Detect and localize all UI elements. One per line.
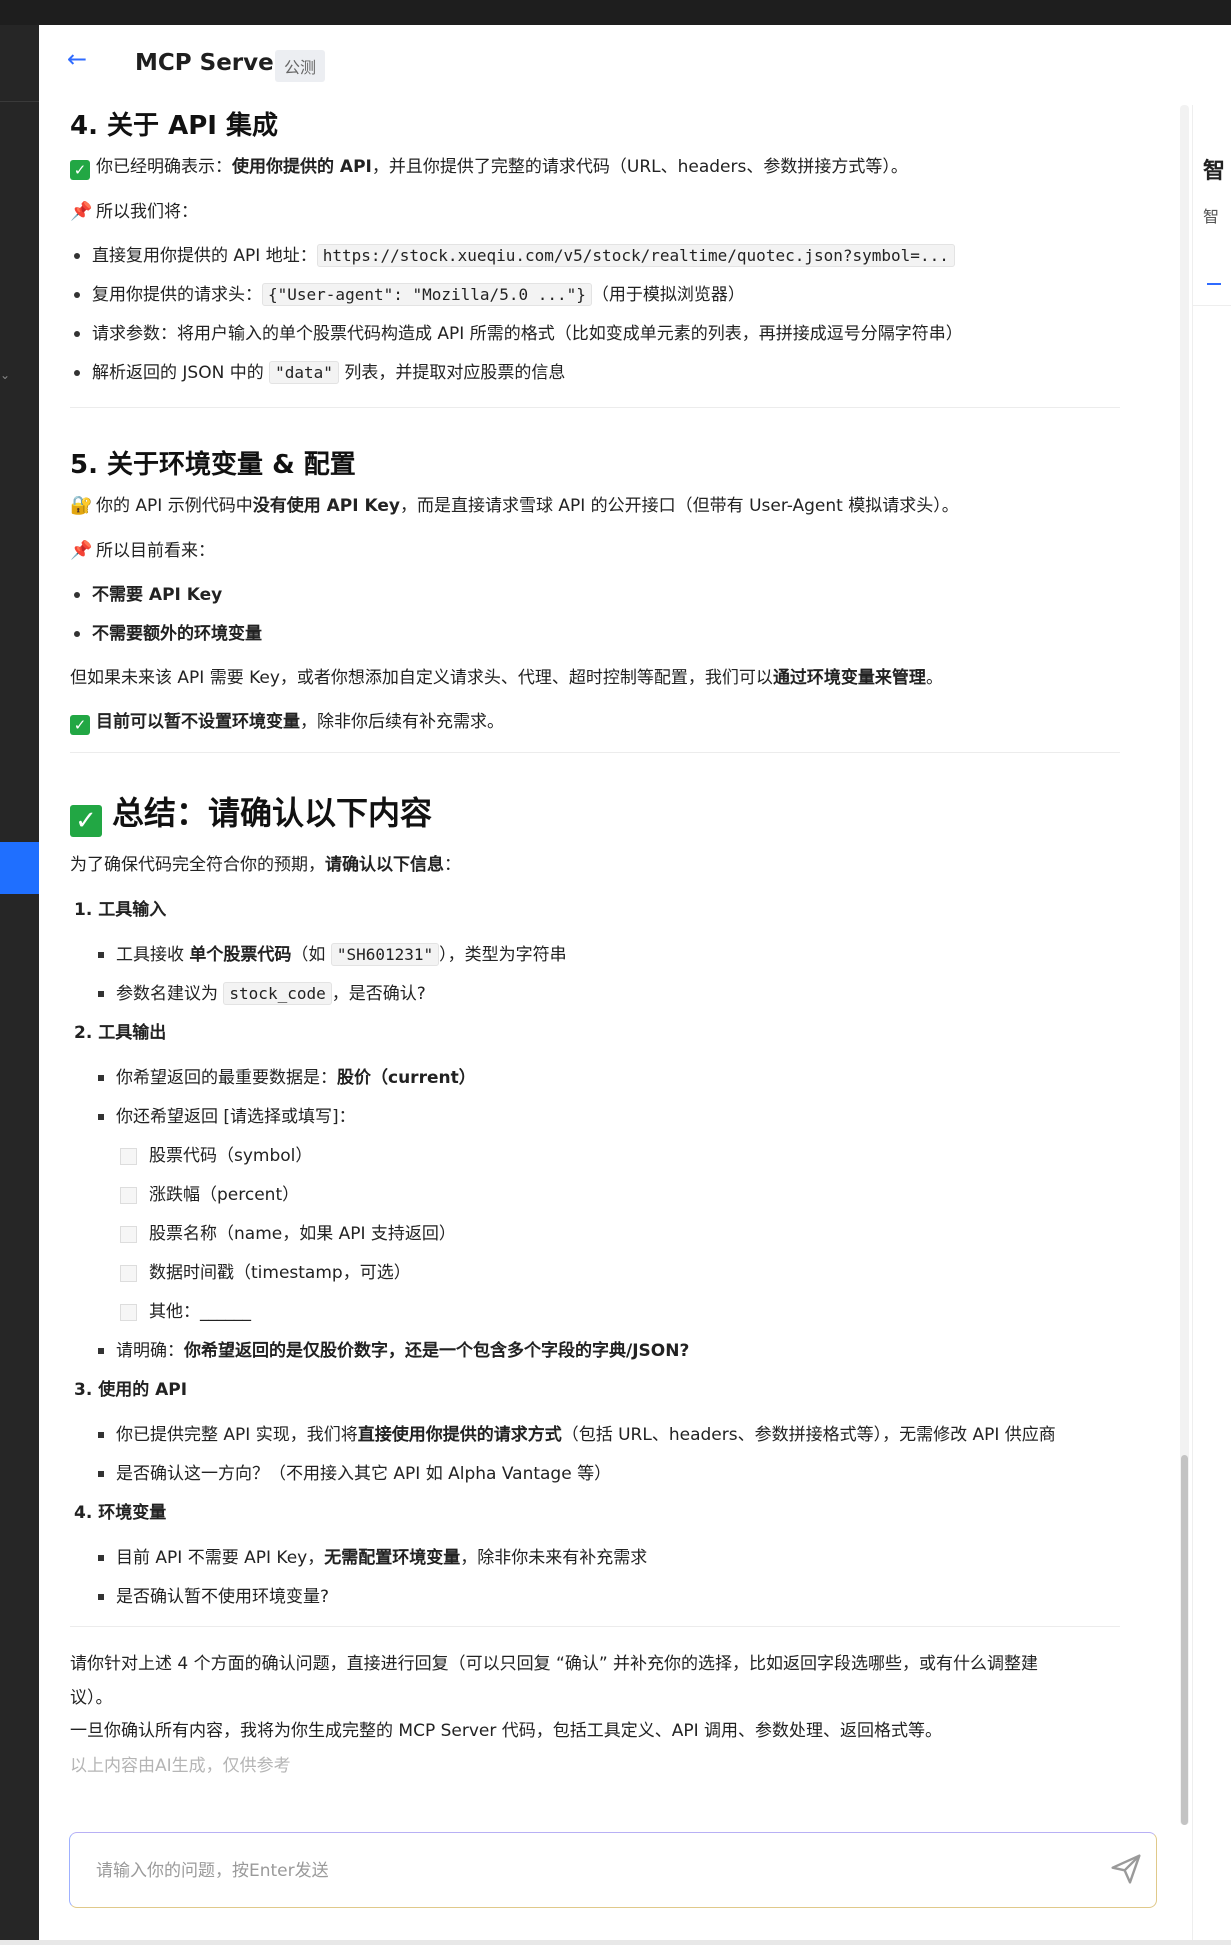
sidebar-divider <box>0 101 39 102</box>
checkbox[interactable] <box>120 1225 137 1243</box>
pushpin-icon: 📌 <box>70 540 93 561</box>
right-panel: 智 智 <box>1192 105 1231 1940</box>
chevron-down-icon[interactable]: ⌄ <box>0 368 10 382</box>
check-mark-icon: ✓ <box>70 160 90 180</box>
option-checkbox[interactable]: 数据时间戳（timestamp，可选） <box>120 1258 411 1283</box>
paragraph: ✓ 目前可以暂不设置环境变量，除非你后续有补充需求。 <box>70 707 504 735</box>
paragraph: 📌 所以我们将： <box>70 201 198 222</box>
numbered-item: 2. 工具输出 <box>74 1023 167 1043</box>
list-item: 直接复用你提供的 API 地址： https://stock.xueqiu.com… <box>74 241 955 267</box>
list-item: 是否确认这一方向？（不用接入其它 API 如 Alpha Vantage 等） <box>98 1459 611 1484</box>
right-panel-text: 智 <box>1203 207 1220 226</box>
option-checkbox[interactable]: 其他：______ <box>120 1297 251 1322</box>
numbered-item: 1. 工具输入 <box>74 900 167 920</box>
paragraph: 🔐 你的 API 示例代码中没有使用 API Key，而是直接请求雪球 API 的… <box>70 495 959 516</box>
paragraph: 为了确保代码完全符合你的预期，请确认以下信息： <box>70 855 461 875</box>
pushpin-icon: 📌 <box>70 201 93 222</box>
checkbox[interactable] <box>120 1264 137 1282</box>
summary-heading: ✓ 总结：请确认以下内容 <box>70 788 432 837</box>
check-mark-icon: ✓ <box>70 715 90 735</box>
option-checkbox[interactable]: 股票代码（symbol） <box>120 1141 312 1166</box>
sidebar-active-item[interactable] <box>0 842 39 894</box>
divider <box>70 752 1120 753</box>
closing-text: 议）。 <box>70 1688 113 1708</box>
list-item: 请明确：你希望返回的是仅股价数字，还是一个包含多个字段的字典/JSON? <box>98 1336 689 1361</box>
numbered-item: 3. 使用的 API <box>74 1380 188 1400</box>
chat-input[interactable] <box>94 1853 1078 1889</box>
beta-badge: 公测 <box>275 50 326 82</box>
section-heading: 4. 关于 API 集成 <box>70 111 278 141</box>
checkbox[interactable] <box>120 1303 137 1321</box>
right-panel-link[interactable] <box>1207 283 1221 285</box>
checkbox[interactable] <box>120 1147 137 1165</box>
closing-text: 一旦你确认所有内容，我将为你生成完整的 MCP Server 代码，包括工具定义… <box>70 1721 943 1741</box>
list-item: 是否确认暂不使用环境变量? <box>98 1582 329 1607</box>
chat-window: ← MCP Server 公测 4. 关于 API 集成 ✓ 你已经明确表示：使用… <box>39 25 1231 1940</box>
paragraph: ✓ 你已经明确表示：使用你提供的 API，并且你提供了完整的请求代码（URL、he… <box>70 152 908 180</box>
list-item: 请求参数：将用户输入的单个股票代码构造成 API 所需的格式（比如变成单元素的列… <box>74 319 963 344</box>
paper-plane-icon[interactable] <box>1110 1853 1142 1885</box>
checkbox[interactable] <box>120 1186 137 1204</box>
back-arrow-icon[interactable]: ← <box>67 45 87 73</box>
divider <box>70 1626 1120 1627</box>
list-item: 目前 API 不需要 API Key，无需配置环境变量，除非你未来有补充需求 <box>98 1543 647 1568</box>
divider <box>1193 305 1231 306</box>
lock-icon: 🔐 <box>70 495 93 516</box>
list-item: 参数名建议为 stock_code ，是否确认? <box>98 979 426 1005</box>
list-item: 你希望返回的最重要数据是：股价（current） <box>98 1063 476 1088</box>
option-checkbox[interactable]: 涨跌幅（percent） <box>120 1180 299 1205</box>
right-panel-title: 智 <box>1203 159 1226 184</box>
scrollbar-thumb[interactable] <box>1181 1455 1188 1825</box>
option-checkbox[interactable]: 股票名称（name，如果 API 支持返回） <box>120 1219 456 1244</box>
window-top-strip <box>0 0 1231 25</box>
closing-text: 请你针对上述 4 个方面的确认问题，直接进行回复（可以只回复 “确认” 并补充你… <box>70 1654 1039 1674</box>
divider <box>70 407 1120 408</box>
paragraph: 📌 所以目前看来： <box>70 540 215 561</box>
list-item: 复用你提供的请求头： {"User-agent": "Mozilla/5.0 ..… <box>74 280 745 306</box>
list-item: 你还希望返回 [请选择或填写]： <box>98 1102 356 1127</box>
ai-disclaimer: 以上内容由AI生成，仅供参考 <box>70 1756 291 1775</box>
list-item: 不需要 API Key <box>74 580 222 605</box>
header: ← MCP Server 公测 <box>39 25 1231 103</box>
list-item: 工具接收 单个股票代码（如 "SH601231" ），类型为字符串 <box>98 940 567 966</box>
page-title: MCP Server <box>135 50 286 76</box>
check-mark-icon: ✓ <box>70 805 102 837</box>
message-content: 4. 关于 API 集成 ✓ 你已经明确表示：使用你提供的 API，并且你提供了完… <box>70 100 1146 1775</box>
chat-input-box[interactable] <box>69 1832 1157 1908</box>
section-heading: 5. 关于环境变量 & 配置 <box>70 450 356 480</box>
paragraph: 但如果未来该 API 需要 Key，或者你想添加自定义请求头、代理、超时控制等配… <box>70 668 943 688</box>
list-item: 不需要额外的环境变量 <box>74 619 262 644</box>
left-sidebar: ⌄ <box>0 25 39 1945</box>
list-item: 你已提供完整 API 实现，我们将直接使用你提供的请求方式（包括 URL、hea… <box>98 1420 1056 1445</box>
list-item: 解析返回的 JSON 中的 "data" 列表，并提取对应股票的信息 <box>74 358 565 384</box>
bottom-strip <box>0 1940 1231 1945</box>
numbered-item: 4. 环境变量 <box>74 1503 167 1523</box>
